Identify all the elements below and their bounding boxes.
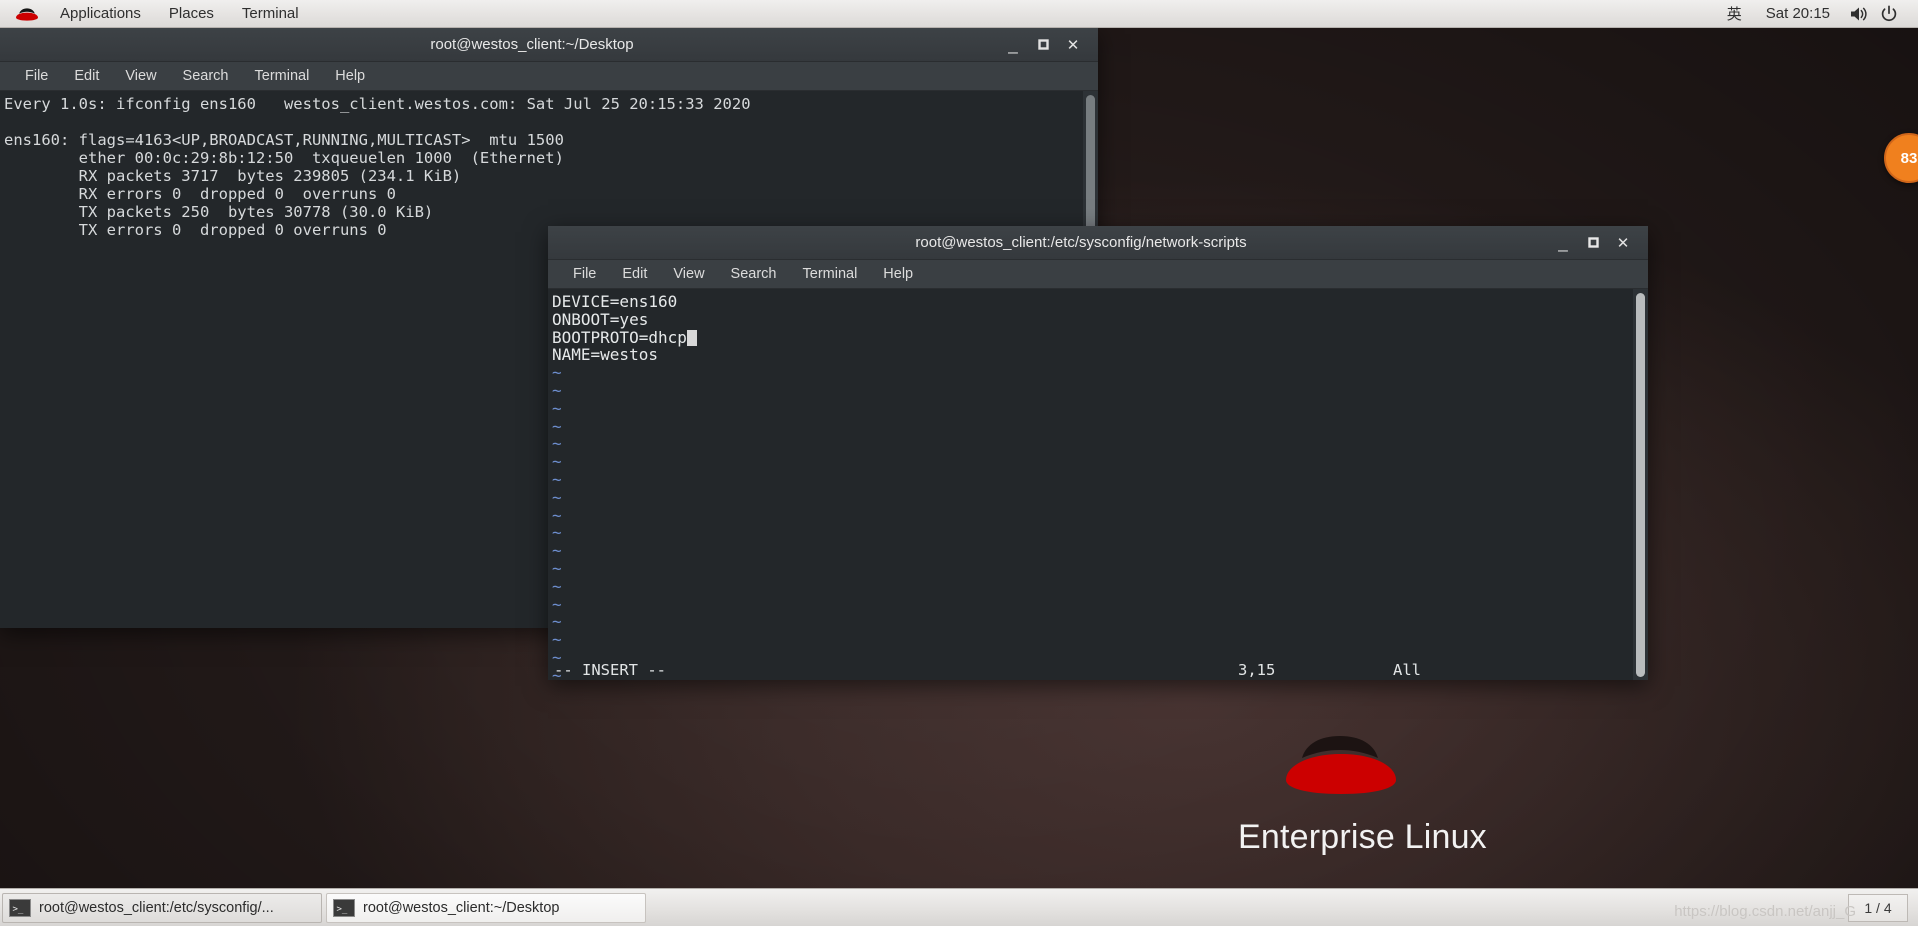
brand-label: Enterprise Linux — [1238, 818, 1487, 856]
menu-search[interactable]: Search — [170, 62, 242, 90]
top-panel: Applications Places Terminal 英 Sat 20:15 — [0, 0, 1918, 28]
vim-line: ONBOOT=yes — [552, 309, 649, 329]
minimize-button[interactable]: _ — [1548, 229, 1578, 257]
foreground-terminal-window[interactable]: root@westos_client:/etc/sysconfig/networ… — [548, 226, 1648, 680]
background-window-title: root@westos_client:~/Desktop — [430, 36, 634, 53]
vim-empty-marker: ~ — [552, 576, 562, 596]
maximize-button[interactable] — [1578, 229, 1608, 257]
clock[interactable]: Sat 20:15 — [1752, 5, 1844, 22]
minimize-button[interactable]: _ — [998, 31, 1028, 59]
taskbar-item-sysconfig[interactable]: >_ root@westos_client:/etc/sysconfig/... — [2, 892, 322, 923]
power-icon[interactable] — [1874, 0, 1904, 28]
menu-help[interactable]: Help — [322, 62, 378, 90]
vim-empty-marker: ~ — [552, 505, 562, 525]
maximize-icon — [1587, 237, 1599, 248]
vim-empty-marker: ~ — [552, 594, 562, 614]
menu-file[interactable]: File — [12, 62, 61, 90]
power-glyph — [1881, 5, 1897, 21]
vim-empty-marker: ~ — [552, 398, 562, 418]
menu-places[interactable]: Places — [155, 0, 228, 28]
vim-scrollbar[interactable] — [1633, 289, 1648, 680]
speaker-glyph — [1850, 7, 1867, 20]
vim-empty-marker: ~ — [552, 363, 562, 383]
vim-cursor — [686, 329, 697, 346]
vim-empty-marker: ~ — [552, 434, 562, 454]
menu-terminal[interactable]: Terminal — [242, 62, 323, 90]
vim-empty-marker: ~ — [552, 630, 562, 650]
vim-line: NAME=westos — [552, 345, 658, 365]
vim-empty-marker: ~ — [552, 469, 562, 489]
foreground-window-menubar: File Edit View Search Terminal Help — [548, 260, 1648, 289]
top-panel-left: Applications Places Terminal — [0, 0, 313, 28]
menu-search[interactable]: Search — [718, 260, 790, 288]
vim-empty-marker: ~ — [552, 452, 562, 472]
taskbar: >_ root@westos_client:/etc/sysconfig/...… — [0, 888, 1918, 926]
background-window-menubar: File Edit View Search Terminal Help — [0, 62, 1098, 91]
vim-line: DEVICE=ens160 — [552, 292, 678, 311]
vim-empty-marker: ~ — [552, 523, 562, 543]
redhat-logo-glyph — [16, 7, 38, 21]
foreground-window-buttons: _ ✕ — [1548, 229, 1648, 257]
menu-help[interactable]: Help — [870, 260, 926, 288]
taskbar-item-desktop[interactable]: >_ root@westos_client:~/Desktop — [326, 892, 646, 923]
scrollbar-thumb[interactable] — [1636, 293, 1645, 677]
vim-empty-marker: ~ — [552, 612, 562, 632]
vim-empty-markers: ~~~~~~~~~~~~~~~~~~~ — [552, 364, 1648, 680]
background-window-titlebar[interactable]: root@westos_client:~/Desktop _ ✕ — [0, 28, 1098, 62]
vim-buffer[interactable]: DEVICE=ens160 ONBOOT=yes BOOTPROTO=dhcp NAM… — [548, 289, 1648, 680]
input-method-indicator[interactable]: 英 — [1717, 3, 1752, 24]
taskbar-item-label: root@westos_client:/etc/sysconfig/... — [39, 899, 274, 916]
workspace-label: 1 / 4 — [1864, 899, 1892, 916]
foreground-window-titlebar[interactable]: root@westos_client:/etc/sysconfig/networ… — [548, 226, 1648, 260]
vim-buffer-lines: DEVICE=ens160 ONBOOT=yes BOOTPROTO=dhcp NAM… — [552, 293, 1648, 364]
vim-empty-marker: ~ — [552, 487, 562, 507]
foreground-window-title: root@westos_client:/etc/sysconfig/networ… — [915, 234, 1247, 251]
vim-cursor-position: 3,15 — [1238, 661, 1276, 679]
taskbar-right: https://blog.csdn.net/anjj_G 1 / 4 — [1674, 893, 1918, 922]
workspace-switcher[interactable]: 1 / 4 — [1848, 893, 1908, 922]
vim-empty-marker: ~ — [552, 558, 562, 578]
menu-file[interactable]: File — [560, 260, 609, 288]
menu-edit[interactable]: Edit — [61, 62, 112, 90]
menu-view[interactable]: View — [112, 62, 169, 90]
vim-editor-body[interactable]: DEVICE=ens160 ONBOOT=yes BOOTPROTO=dhcp NAM… — [548, 289, 1648, 680]
background-window-buttons: _ ✕ — [998, 31, 1098, 59]
menu-applications[interactable]: Applications — [46, 0, 155, 28]
vim-line: BOOTPROTO=dhcp — [552, 328, 1648, 347]
vim-empty-marker: ~ — [552, 380, 562, 400]
vim-empty-marker: ~ — [552, 541, 562, 561]
terminal-icon: >_ — [333, 898, 355, 917]
menu-terminal[interactable]: Terminal — [790, 260, 871, 288]
vim-status-line: -- INSERT -- 3,15 All — [548, 659, 1648, 680]
scrollbar-thumb[interactable] — [1086, 95, 1095, 235]
vim-mode-indicator: -- INSERT -- — [554, 661, 666, 679]
vim-scroll-indicator: All — [1393, 661, 1421, 679]
menu-terminal[interactable]: Terminal — [228, 0, 313, 28]
redhat-logo-icon[interactable] — [0, 0, 46, 28]
terminal-icon: >_ — [9, 898, 31, 917]
notification-badge-count: 83 — [1900, 149, 1918, 167]
svg-text:>_: >_ — [337, 904, 348, 914]
menu-view[interactable]: View — [660, 260, 717, 288]
speaker-icon[interactable] — [1844, 0, 1874, 28]
watch-output: Every 1.0s: ifconfig ens160 westos_clien… — [4, 95, 751, 239]
close-button[interactable]: ✕ — [1608, 229, 1638, 257]
taskbar-item-label: root@westos_client:~/Desktop — [363, 899, 560, 916]
menu-edit[interactable]: Edit — [609, 260, 660, 288]
vim-empty-marker: ~ — [552, 416, 562, 436]
top-panel-right: 英 Sat 20:15 — [1717, 0, 1918, 28]
redhat-shadowman-icon — [1286, 736, 1396, 794]
svg-text:>_: >_ — [13, 904, 24, 914]
maximize-icon — [1037, 39, 1049, 50]
close-button[interactable]: ✕ — [1058, 31, 1088, 59]
watermark-text: https://blog.csdn.net/anjj_G — [1674, 902, 1856, 920]
maximize-button[interactable] — [1028, 31, 1058, 59]
desktop-screen: Enterprise Linux Applications Places Ter… — [0, 0, 1918, 926]
